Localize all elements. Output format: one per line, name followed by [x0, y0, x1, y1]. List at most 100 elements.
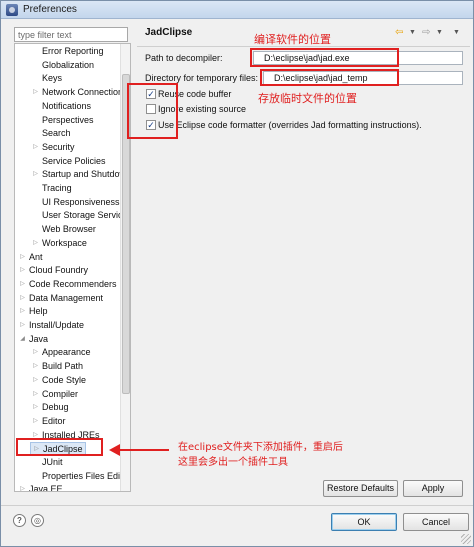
help-icon[interactable]: ? — [13, 514, 26, 527]
decompiler-annotation: 编译软件的位置 — [254, 33, 331, 46]
forward-arrow-icon[interactable]: ⇨ — [422, 27, 430, 39]
tree-item[interactable]: ▷ Code Recommenders — [17, 278, 119, 291]
collapsed-arrow-icon[interactable]: ▷ — [32, 141, 39, 154]
collapsed-arrow-icon[interactable]: ▷ — [32, 360, 39, 373]
tree-item-label: Workspace — [42, 237, 87, 248]
tree-item-label: Debug — [42, 402, 69, 413]
tree-item-label: Perspectives — [42, 114, 94, 125]
tree-item[interactable]: Perspectives — [30, 114, 96, 127]
tree-item[interactable]: Service Policies — [30, 155, 108, 168]
tree-item[interactable]: Tracing — [30, 182, 74, 195]
view-menu-icon[interactable]: ▼ — [453, 27, 460, 39]
tree-item-label: Cloud Foundry — [29, 265, 89, 276]
tree-item[interactable]: Error Reporting — [30, 45, 106, 58]
collapsed-arrow-icon[interactable]: ▷ — [19, 264, 26, 277]
tree-item[interactable]: ▷ Compiler — [30, 388, 80, 401]
tree-item[interactable]: ▷ Debug — [30, 401, 71, 414]
tree-item[interactable]: ▷ Install/Update — [17, 319, 86, 332]
tree-item[interactable]: ▷ Data Management — [17, 292, 105, 305]
tempdir-highlight-box — [260, 69, 399, 86]
collapsed-arrow-icon[interactable]: ▷ — [19, 305, 26, 318]
tree-item[interactable]: ▷ Java EE — [17, 483, 65, 492]
expanded-arrow-icon[interactable]: ◢ — [19, 333, 26, 346]
tree-item[interactable]: ▷ Startup and Shutdown — [30, 168, 130, 181]
tree-item[interactable]: ▷ Code Style — [30, 374, 88, 387]
collapsed-arrow-icon[interactable]: ▷ — [32, 415, 39, 428]
plugin-annotation-line1: 在eclipse文件夹下添加插件，重启后 — [178, 442, 343, 453]
tree-item[interactable]: Globalization — [30, 59, 96, 72]
tree-item-label: JUnit — [42, 457, 63, 467]
tree-item[interactable]: UI Responsiveness — [30, 196, 122, 209]
tree-item[interactable]: Search — [30, 127, 73, 140]
preferences-window: Preferences Error Reporting Globalization… — [0, 0, 474, 547]
tree-item-label: Appearance — [42, 347, 91, 358]
annotation-arrow-head-icon — [109, 444, 120, 456]
ok-button[interactable]: OK — [331, 513, 397, 531]
back-dropdown-icon[interactable]: ▼ — [409, 27, 416, 39]
tree-item[interactable]: ▷ Editor — [30, 415, 68, 428]
use-eclipse-formatter-checkbox[interactable]: ✓ Use Eclipse code formatter (overrides … — [146, 119, 436, 132]
tree-item-label: Data Management — [29, 292, 104, 303]
page-title: JadClipse — [145, 27, 193, 38]
tree-item-label: Search — [42, 128, 71, 139]
apply-button[interactable]: Apply — [403, 480, 463, 497]
tree-item[interactable]: ▷ Ant — [17, 251, 45, 264]
tree-item[interactable]: Properties Files Editor — [30, 470, 131, 483]
tree-item[interactable]: Web Browser — [30, 223, 98, 236]
restore-defaults-button[interactable]: Restore Defaults — [323, 480, 398, 497]
tree-item[interactable]: ▷ Security — [30, 141, 77, 154]
collapsed-arrow-icon[interactable]: ▷ — [19, 483, 26, 491]
tree-item[interactable]: ▷ Build Path — [30, 360, 85, 373]
filter-input[interactable] — [14, 27, 128, 42]
tree-item[interactable]: ▷ Network Connections — [30, 86, 130, 99]
window-title: Preferences — [23, 4, 77, 15]
tree-item-label: Properties Files Editor — [42, 470, 131, 481]
preferences-tree: Error Reporting Globalization Keys ▷ Network… — [14, 43, 131, 492]
temp-directory-label: Directory for temporary files: — [145, 73, 259, 83]
tree-item-label: UI Responsiveness — [42, 196, 120, 207]
collapsed-arrow-icon[interactable]: ▷ — [19, 319, 26, 332]
tree-item-label: Service Policies — [42, 155, 106, 166]
collapsed-arrow-icon[interactable]: ▷ — [32, 237, 39, 250]
collapsed-arrow-icon[interactable]: ▷ — [32, 346, 39, 359]
checkbox-highlight-box — [127, 83, 178, 139]
tree-item[interactable]: ▷ Workspace — [30, 237, 89, 250]
collapsed-arrow-icon[interactable]: ▷ — [32, 168, 39, 181]
tree-item-label: Notifications — [42, 100, 92, 111]
tree-item-label: Keys — [42, 73, 63, 84]
tree-item-label: Network Connections — [42, 87, 128, 98]
tree-item-label: Java — [29, 333, 49, 344]
collapsed-arrow-icon[interactable]: ▷ — [19, 251, 26, 264]
import-export-icon[interactable]: ◎ — [31, 514, 44, 527]
tree-item[interactable]: Keys — [30, 72, 64, 85]
tree-item-label: Web Browser — [42, 224, 96, 235]
back-arrow-icon[interactable]: ⇦ — [395, 27, 403, 39]
cancel-button[interactable]: Cancel — [403, 513, 469, 531]
collapsed-arrow-icon[interactable]: ▷ — [32, 388, 39, 401]
forward-dropdown-icon[interactable]: ▼ — [436, 27, 443, 39]
tree-item[interactable]: Notifications — [30, 100, 93, 113]
resize-grip[interactable] — [461, 534, 471, 544]
collapsed-arrow-icon[interactable]: ▷ — [32, 401, 39, 414]
collapsed-arrow-icon[interactable]: ▷ — [19, 292, 26, 305]
collapsed-arrow-icon[interactable]: ▷ — [19, 278, 26, 291]
tree-item[interactable]: ▷ Help — [17, 305, 50, 318]
footer-separator — [1, 505, 473, 506]
tree-item-label: Error Reporting — [42, 46, 104, 56]
collapsed-arrow-icon[interactable]: ▷ — [32, 374, 39, 387]
tree-item[interactable]: JUnit — [30, 456, 65, 469]
eclipse-app-icon — [6, 4, 18, 16]
collapsed-arrow-icon[interactable]: ▷ — [32, 86, 39, 99]
tree-item[interactable]: User Storage Service — [30, 209, 130, 222]
tree-item-label: Java EE — [29, 484, 63, 492]
tree-item[interactable]: ▷ Appearance — [30, 346, 93, 359]
tree-item-label: Help — [29, 306, 48, 317]
annotation-arrow-line — [119, 449, 169, 451]
tree-item[interactable]: ▷ Cloud Foundry — [17, 264, 90, 277]
tree-item[interactable]: ◢ Java — [17, 333, 50, 346]
